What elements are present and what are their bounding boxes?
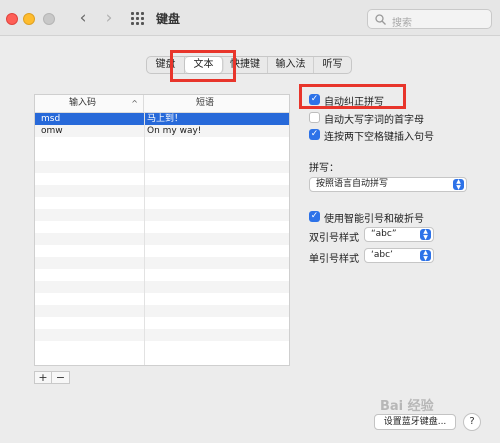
smart-quotes-label: 使用智能引号和破折号 — [324, 214, 424, 225]
double-space-period-label: 连按两下空格键插入句号 — [324, 132, 434, 143]
empty-row — [35, 257, 289, 269]
empty-row — [35, 233, 289, 245]
table-cell-replace: msd — [41, 114, 61, 124]
tab-dictation[interactable]: 听写 — [314, 57, 351, 73]
table-row[interactable]: msd 马上到！ — [35, 113, 289, 125]
empty-row — [35, 185, 289, 197]
remove-button[interactable]: − — [52, 372, 69, 383]
spelling-select-value: 按照语言自动拼写 — [316, 179, 389, 189]
auto-correct-highlight-box — [299, 84, 406, 109]
watermark: Bai 经验 — [380, 399, 434, 414]
search-field[interactable]: 搜索 — [367, 9, 492, 29]
stepper-arrows-icon: ▲ ▼ — [420, 229, 431, 240]
auto-capitalize-checkbox[interactable] — [309, 112, 320, 123]
column-header-replace[interactable]: 输入码 ^ — [35, 95, 144, 112]
table-cell-replace: omw — [41, 126, 63, 136]
text-replacement-table[interactable]: 输入码 ^ 短语 msd 马上到！ omw On my way! — [34, 94, 290, 366]
empty-row — [35, 209, 289, 221]
title-bar: ‹ › 键盘 搜索 — [0, 0, 500, 36]
table-cell-with: 马上到！ — [147, 114, 184, 124]
table-row[interactable]: omw On my way! — [35, 125, 289, 137]
column-header-with[interactable]: 短语 — [144, 95, 289, 112]
single-quote-style-label: 单引号样式 — [309, 254, 359, 265]
window-title: 键盘 — [156, 12, 181, 26]
double-quote-style-label: 双引号样式 — [309, 233, 359, 244]
back-icon[interactable]: ‹ — [74, 8, 92, 28]
single-quote-style-value: ‘abc’ — [371, 250, 393, 260]
spelling-select[interactable]: 按照语言自动拼写 ▲ ▼ — [309, 177, 467, 192]
double-quote-style-select[interactable]: “abc” ▲ ▼ — [364, 227, 434, 242]
empty-row — [35, 329, 289, 341]
stepper-arrows-icon: ▲ ▼ — [453, 179, 464, 190]
add-button[interactable]: + — [35, 372, 52, 383]
empty-row — [35, 305, 289, 317]
setup-bluetooth-keyboard-button[interactable]: 设置蓝牙键盘... — [374, 414, 456, 430]
spelling-label: 拼写： — [309, 163, 339, 174]
forward-icon[interactable]: › — [100, 8, 118, 28]
tab-highlight-box — [170, 50, 236, 82]
search-icon — [375, 14, 386, 25]
show-all-grid-icon[interactable] — [131, 12, 144, 25]
zoom-window-button[interactable] — [43, 13, 55, 25]
single-quote-style-select[interactable]: ‘abc’ ▲ ▼ — [364, 248, 434, 263]
add-remove-control: + − — [34, 371, 70, 384]
smart-quotes-checkbox[interactable]: ✓ — [309, 211, 320, 222]
minimize-window-button[interactable] — [23, 13, 35, 25]
search-placeholder: 搜索 — [392, 18, 412, 29]
double-quote-style-value: “abc” — [371, 229, 397, 239]
help-button[interactable]: ? — [463, 413, 481, 431]
table-cell-with: On my way! — [147, 126, 202, 136]
table-header: 输入码 ^ 短语 — [35, 95, 289, 113]
stepper-arrows-icon: ▲ ▼ — [420, 250, 431, 261]
close-window-button[interactable] — [6, 13, 18, 25]
column-divider — [144, 113, 145, 365]
empty-row — [35, 161, 289, 173]
tab-input-sources[interactable]: 输入法 — [268, 57, 314, 73]
auto-capitalize-label: 自动大写字词的首字母 — [324, 115, 424, 126]
sort-ascending-icon: ^ — [131, 99, 138, 108]
double-space-period-checkbox[interactable]: ✓ — [309, 129, 320, 140]
empty-row — [35, 281, 289, 293]
